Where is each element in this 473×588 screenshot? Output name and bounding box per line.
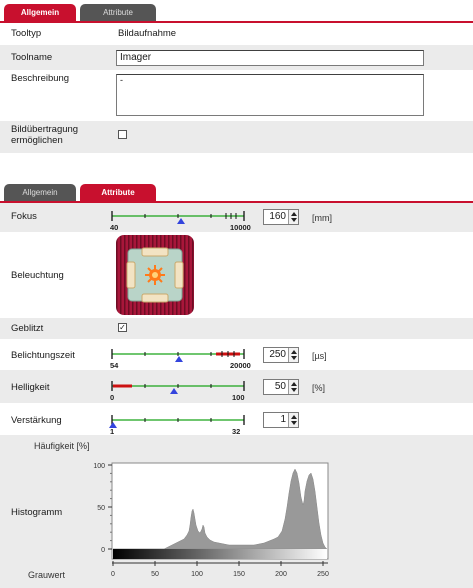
focus-row: Fokus 40 10000 160 [mm]	[0, 203, 473, 232]
gain-row: Verstärkung 1 32 1	[0, 403, 473, 436]
tooltype-row: Tooltyp Bildaufnahme	[0, 23, 473, 45]
brightness-min-label: 0	[110, 393, 114, 402]
toolname-input[interactable]: Imager	[116, 50, 424, 66]
brightness-row: Helligkeit 0 100 50 [%]	[0, 370, 473, 403]
exposure-up-icon[interactable]	[291, 350, 297, 354]
y-tick-0: 0	[101, 547, 105, 554]
x-tick-150: 150	[233, 571, 245, 578]
focus-slider[interactable]: 40 10000	[108, 206, 258, 232]
flash-label: Geblitzt	[11, 323, 44, 334]
gain-slider[interactable]: 1 32	[108, 410, 258, 436]
tooltype-label: Tooltyp	[11, 28, 42, 39]
brightness-spinner[interactable]: 50	[263, 379, 299, 395]
exposure-slider[interactable]: 54 20000	[108, 344, 258, 370]
gain-spinner[interactable]: 1	[263, 412, 299, 428]
tab-attribute-2[interactable]: Attribute	[80, 184, 156, 201]
histogram-x-title: Grauwert	[28, 570, 66, 580]
brightness-up-icon[interactable]	[291, 382, 297, 386]
x-tick-200: 200	[275, 571, 287, 578]
histogram-label: Histogramm	[11, 507, 63, 518]
histogram-y-title: Häufigkeit [%]	[34, 441, 90, 451]
gain-down-icon[interactable]	[291, 421, 297, 425]
brightness-value: 50	[274, 381, 286, 392]
tab-allgemein[interactable]: Allgemein	[4, 4, 76, 21]
y-tick-100: 100	[93, 463, 105, 470]
lighting-pattern-icon[interactable]	[116, 235, 194, 315]
description-row: Beschreibung -	[0, 70, 473, 121]
x-tick-100: 100	[191, 571, 203, 578]
x-tick-50: 50	[151, 571, 159, 578]
focus-label: Fokus	[11, 211, 37, 222]
tooltype-value: Bildaufnahme	[118, 28, 177, 39]
focus-up-icon[interactable]	[291, 212, 297, 216]
focus-max-label: 10000	[230, 223, 251, 232]
description-textarea[interactable]: -	[116, 74, 424, 116]
transfer-row: Bildübertragung ermöglichen	[0, 121, 473, 153]
exposure-unit: [µs]	[312, 351, 327, 361]
focus-spinner[interactable]: 160	[263, 209, 299, 225]
brightness-label: Helligkeit	[11, 382, 50, 393]
top-tab-bar: Allgemein Attribute	[0, 0, 473, 21]
y-tick-50: 50	[97, 505, 105, 512]
brightness-down-icon[interactable]	[291, 388, 297, 392]
exposure-spinner[interactable]: 250	[263, 347, 299, 363]
transfer-checkbox[interactable]	[118, 130, 127, 139]
brightness-max-label: 100	[232, 393, 245, 402]
transfer-label-line2: ermöglichen	[11, 135, 63, 146]
focus-value: 160	[269, 211, 286, 222]
histogram-chart: 100 50 0 0 50 100 150 200 250	[93, 462, 329, 578]
gain-label: Verstärkung	[11, 415, 62, 426]
brightness-slider-thumb	[170, 388, 178, 394]
focus-down-icon[interactable]	[291, 218, 297, 222]
tab-attribute[interactable]: Attribute	[80, 4, 156, 21]
lighting-label: Beleuchtung	[11, 270, 64, 281]
gain-value: 1	[280, 414, 286, 425]
exposure-slider-thumb	[175, 356, 183, 362]
histogram-row: Häufigkeit [%] Histogramm Grauwert 100 5…	[0, 435, 473, 588]
focus-unit: [mm]	[312, 213, 332, 223]
brightness-slider[interactable]: 0 100	[108, 376, 258, 402]
focus-min-label: 40	[110, 223, 118, 232]
focus-slider-thumb	[177, 218, 185, 224]
toolname-label: Toolname	[11, 52, 53, 63]
x-tick-0: 0	[111, 571, 115, 578]
description-label: Beschreibung	[11, 73, 70, 84]
gain-up-icon[interactable]	[291, 415, 297, 419]
toolname-row: Toolname Imager	[0, 45, 473, 70]
exposure-min-label: 54	[110, 361, 119, 370]
flash-row: Geblitzt ✓	[0, 318, 473, 339]
tab-allgemein-2[interactable]: Allgemein	[4, 184, 76, 201]
exposure-max-label: 20000	[230, 361, 251, 370]
exposure-value: 250	[269, 349, 286, 360]
exposure-down-icon[interactable]	[291, 356, 297, 360]
brightness-unit: [%]	[312, 383, 326, 393]
transfer-label-line1: Bildübertragung	[11, 124, 79, 135]
flash-checkbox[interactable]: ✓	[118, 323, 127, 332]
lighting-row: Beleuchtung	[0, 232, 473, 318]
grayscale-ramp	[113, 549, 327, 559]
exposure-row: Belichtungszeit 54 20000 250 [µs]	[0, 339, 473, 370]
exposure-label: Belichtungszeit	[11, 350, 75, 361]
bottom-tab-bar: Allgemein Attribute	[0, 180, 473, 201]
x-tick-250: 250	[317, 571, 329, 578]
